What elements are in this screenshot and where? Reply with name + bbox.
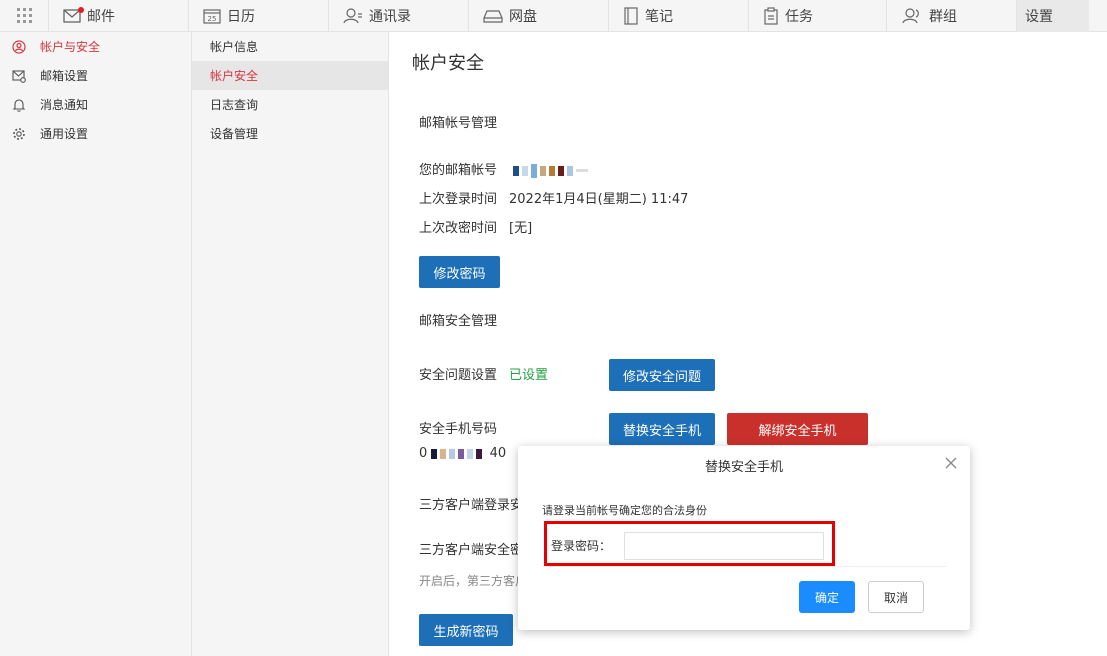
settings-sidebar: 帐户与安全 邮箱设置 消息通知 通用设置 — [0, 32, 192, 656]
svg-text:25: 25 — [208, 15, 217, 23]
note-icon — [623, 6, 639, 25]
last-login-label: 上次登录时间 — [419, 192, 498, 207]
sidebar-item-account-security[interactable]: 帐户与安全 — [0, 32, 191, 61]
email-section-heading: 邮箱帐号管理 — [419, 116, 498, 131]
phone-prefix: 0 — [419, 446, 428, 461]
drive-icon — [483, 8, 503, 24]
nav-label: 设置 — [1025, 8, 1053, 25]
nav-item-groups[interactable]: 群组 — [886, 0, 1016, 32]
nav-item-contacts[interactable]: 通讯录 — [328, 0, 468, 32]
nav-label: 网盘 — [509, 8, 537, 25]
unread-dot — [78, 6, 84, 13]
top-nav: 邮件 25 日历 通讯录 网盘 笔记 任务 群组 设置 — [0, 0, 1107, 32]
nav-label: 笔记 — [645, 8, 673, 25]
nav-item-mail[interactable]: 邮件 — [48, 0, 188, 32]
nav-label: 通讯录 — [369, 8, 411, 25]
nav-label: 邮件 — [87, 8, 115, 25]
subsidebar-item-log-query[interactable]: 日志查询 — [192, 90, 388, 119]
nav-item-tasks[interactable]: 任务 — [748, 0, 886, 32]
sidebar-item-general-settings[interactable]: 通用设置 — [0, 119, 191, 148]
cancel-button[interactable]: 取消 — [868, 581, 924, 613]
apps-grid-button[interactable] — [0, 0, 48, 32]
sidebar-item-notifications[interactable]: 消息通知 — [0, 90, 191, 119]
group-icon — [901, 7, 923, 24]
nav-label: 群组 — [929, 8, 957, 25]
sidebar-item-label: 邮箱设置 — [40, 69, 89, 83]
account-value-redacted — [513, 163, 591, 178]
account-subsidebar: 帐户信息 帐户安全 日志查询 设备管理 — [192, 32, 389, 656]
security-phone-label: 安全手机号码 — [419, 422, 498, 437]
change-security-question-button[interactable]: 修改安全问题 — [609, 359, 715, 391]
unbind-security-phone-button[interactable]: 解绑安全手机 — [727, 413, 868, 445]
third-party-hint: 开启后，第三方客户 — [419, 574, 528, 588]
subsidebar-item-account-info[interactable]: 帐户信息 — [192, 32, 388, 61]
mail-icon — [63, 6, 84, 23]
phone-redacted — [431, 446, 485, 461]
nav-item-drive[interactable]: 网盘 — [468, 0, 608, 32]
security-question-label: 安全问题设置 — [419, 368, 498, 383]
nav-item-settings[interactable]: 设置 — [1016, 0, 1089, 32]
calendar-icon: 25 — [203, 8, 221, 24]
sidebar-item-label: 消息通知 — [40, 98, 89, 112]
bell-icon — [12, 98, 26, 112]
security-phone-value: 0 40 — [419, 446, 506, 461]
replace-phone-dialog: 替换安全手机 请登录当前帐号确定您的合法身份 登录密码： 确定 取消 — [518, 446, 970, 630]
nav-label: 日历 — [227, 8, 255, 25]
sidebar-item-label: 通用设置 — [40, 127, 89, 141]
sidebar-item-mailbox-settings[interactable]: 邮箱设置 — [0, 61, 191, 90]
nav-label: 任务 — [785, 8, 813, 25]
close-icon[interactable] — [944, 456, 958, 470]
confirm-button[interactable]: 确定 — [799, 581, 855, 613]
security-section-heading: 邮箱安全管理 — [419, 314, 498, 329]
third-party-password-label: 三方客户端安全密 — [419, 543, 524, 558]
last-password-change-value: [无] — [509, 221, 533, 236]
last-password-change-label: 上次改密时间 — [419, 221, 498, 236]
account-label: 您的邮箱帐号 — [419, 163, 498, 178]
user-circle-icon — [12, 39, 26, 54]
task-icon — [763, 6, 779, 25]
nav-item-notes[interactable]: 笔记 — [608, 0, 748, 32]
gear-icon — [12, 127, 26, 141]
sidebar-item-label: 帐户与安全 — [40, 40, 101, 54]
contacts-icon — [343, 7, 363, 24]
generate-new-password-button[interactable]: 生成新密码 — [419, 614, 513, 646]
phone-suffix: 40 — [489, 446, 507, 461]
security-question-row: 安全问题设置 已设置 — [419, 364, 548, 383]
page-title: 帐户安全 — [412, 53, 484, 74]
change-password-button[interactable]: 修改密码 — [419, 256, 500, 288]
replace-security-phone-button[interactable]: 替换安全手机 — [609, 413, 715, 445]
security-question-status: 已设置 — [509, 368, 549, 383]
dialog-title: 替换安全手机 — [704, 460, 783, 475]
password-label: 登录密码： — [551, 539, 612, 553]
third-party-login-label: 三方客户端登录安 — [419, 498, 524, 513]
account-row: 您的邮箱帐号 — [419, 159, 591, 178]
apps-grid-icon — [16, 8, 32, 23]
nav-item-calendar[interactable]: 25 日历 — [188, 0, 328, 32]
subsidebar-item-device-management[interactable]: 设备管理 — [192, 119, 388, 148]
subsidebar-item-account-security[interactable]: 帐户安全 — [192, 61, 388, 90]
last-login-value: 2022年1月4日(星期二) 11:47 — [509, 192, 689, 207]
last-password-change-row: 上次改密时间 [无] — [419, 217, 532, 236]
mail-gear-icon — [12, 69, 26, 83]
dialog-divider — [542, 566, 946, 567]
password-field[interactable] — [624, 532, 824, 560]
last-login-row: 上次登录时间 2022年1月4日(星期二) 11:47 — [419, 188, 688, 207]
dialog-tip: 请登录当前帐号确定您的合法身份 — [542, 504, 707, 517]
